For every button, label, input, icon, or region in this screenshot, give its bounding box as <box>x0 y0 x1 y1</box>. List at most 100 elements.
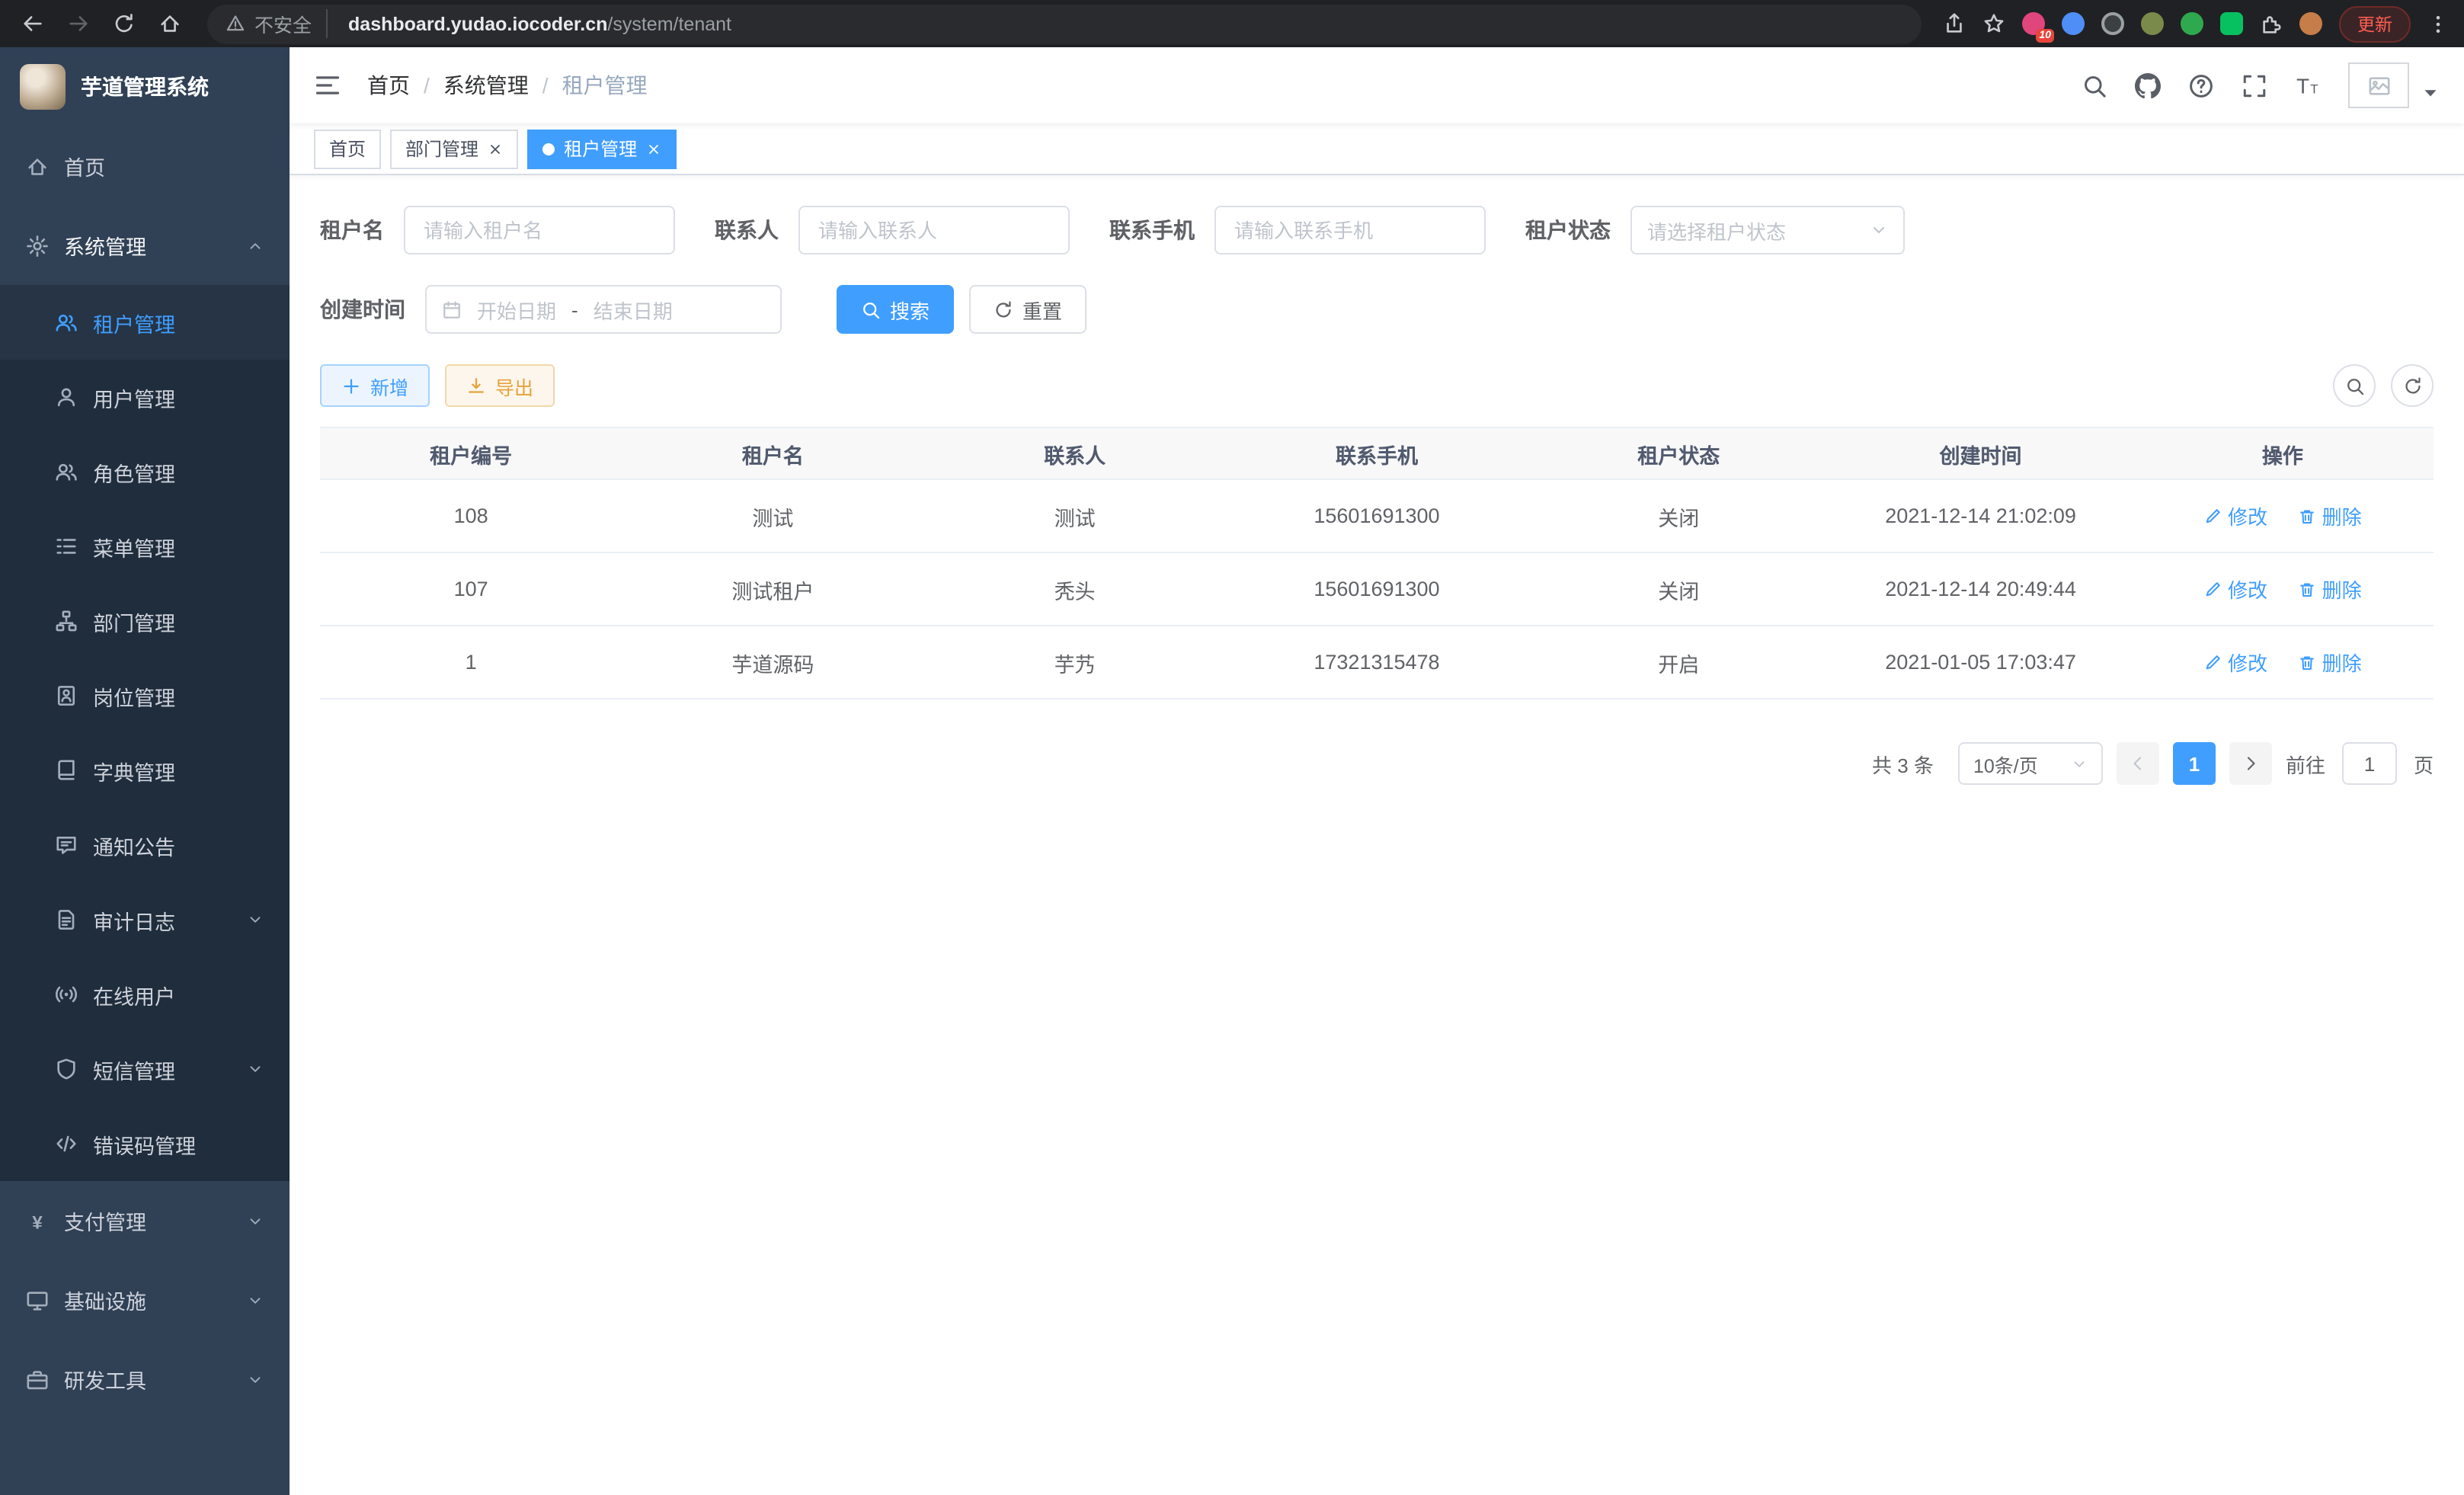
edit-link[interactable]: 修改 <box>2203 575 2267 603</box>
end-date-placeholder: 结束日期 <box>594 295 673 324</box>
font-size-icon[interactable]: TT <box>2295 72 2321 98</box>
filter-create-time: 创建时间 开始日期 - 结束日期 <box>320 285 782 334</box>
delete-link[interactable]: 删除 <box>2298 575 2362 603</box>
date-separator: - <box>571 298 578 321</box>
browser-reload-icon[interactable] <box>107 7 140 40</box>
tag-label: 租户管理 <box>564 136 637 162</box>
cell-created: 2021-12-14 20:49:44 <box>1829 552 2131 626</box>
breadcrumb-home[interactable]: 首页 <box>367 70 410 101</box>
url-domain: dashboard.yudao.iocoder.cn <box>348 13 607 34</box>
chevron-down-icon <box>247 1292 264 1308</box>
chevron-down-icon <box>2071 755 2088 772</box>
page-number-1[interactable]: 1 <box>2173 742 2216 785</box>
breadcrumb-system[interactable]: 系统管理 <box>443 70 529 101</box>
browser-chrome: 不安全 dashboard.yudao.iocoder.cn/system/te… <box>0 0 2464 47</box>
bookmark-star-icon[interactable] <box>1982 12 2005 35</box>
next-page-button[interactable] <box>2229 742 2272 785</box>
caret-down-icon[interactable] <box>2421 84 2440 102</box>
delete-link[interactable]: 删除 <box>2298 501 2362 530</box>
filter-label: 租户名 <box>320 215 384 245</box>
help-icon[interactable] <box>2188 72 2214 98</box>
date-range-picker[interactable]: 开始日期 - 结束日期 <box>425 285 782 334</box>
delete-label: 删除 <box>2322 501 2362 530</box>
close-icon[interactable] <box>646 141 661 156</box>
chrome-update-button[interactable]: 更新 <box>2339 5 2411 42</box>
cell-tenant-id: 108 <box>320 479 622 552</box>
chevron-down-icon <box>247 1371 264 1388</box>
browser-forward-icon[interactable] <box>61 7 94 40</box>
extension-icon-5[interactable] <box>2181 12 2203 35</box>
sidebar-item-label: 审计日志 <box>93 904 175 935</box>
navbar-tools: TT <box>2082 62 2440 108</box>
sidebar-item-tenant-management[interactable]: 租户管理 <box>0 285 290 360</box>
extensions-puzzle-icon[interactable] <box>2260 12 2283 35</box>
app-logo[interactable]: 芋道管理系统 <box>0 47 290 126</box>
status-select[interactable]: 请选择租户状态 <box>1630 206 1905 255</box>
sidebar-item-notice[interactable]: 通知公告 <box>0 808 290 882</box>
navbar: 首页 / 系统管理 / 租户管理 TT <box>290 47 2464 123</box>
sidebar-item-dev-tools[interactable]: 研发工具 <box>0 1340 290 1419</box>
sidebar-item-infrastructure[interactable]: 基础设施 <box>0 1260 290 1340</box>
sidebar-item-online-users[interactable]: 在线用户 <box>0 957 290 1032</box>
search-button[interactable]: 搜索 <box>837 285 954 334</box>
sidebar-item-sms-management[interactable]: 短信管理 <box>0 1032 290 1106</box>
sidebar-item-error-code[interactable]: 错误码管理 <box>0 1106 290 1181</box>
filter-contact: 联系人 <box>715 206 1070 255</box>
edit-label: 修改 <box>2228 575 2267 603</box>
sidebar-item-system-management[interactable]: 系统管理 <box>0 206 290 285</box>
sidebar-item-audit-log[interactable]: 审计日志 <box>0 882 290 957</box>
toggle-search-button[interactable] <box>2333 364 2376 407</box>
active-dot <box>542 142 555 155</box>
github-icon[interactable] <box>2135 72 2161 98</box>
sidebar-item-user-management[interactable]: 用户管理 <box>0 360 290 434</box>
sidebar-item-dept-management[interactable]: 部门管理 <box>0 584 290 658</box>
page-size-value: 10条/页 <box>1973 749 2038 778</box>
goto-page-input[interactable] <box>2342 742 2397 785</box>
extension-icon-4[interactable] <box>2141 12 2164 35</box>
share-icon[interactable] <box>1943 12 1966 35</box>
extension-icon-3[interactable] <box>2101 12 2124 35</box>
edit-link[interactable]: 修改 <box>2203 501 2267 530</box>
delete-link[interactable]: 删除 <box>2298 648 2362 677</box>
tenant-name-input[interactable] <box>404 206 675 255</box>
tag-home[interactable]: 首页 <box>314 129 381 168</box>
url-bar[interactable]: 不安全 dashboard.yudao.iocoder.cn/system/te… <box>207 4 1922 43</box>
extension-icon-6[interactable] <box>2220 12 2243 35</box>
sidebar-item-label: 通知公告 <box>93 830 175 860</box>
extension-icon-2[interactable] <box>2062 12 2085 35</box>
collapse-sidebar-icon[interactable] <box>314 72 341 99</box>
sidebar-item-post-management[interactable]: 岗位管理 <box>0 658 290 733</box>
sidebar-item-label: 租户管理 <box>93 307 175 338</box>
refresh-table-button[interactable] <box>2391 364 2434 407</box>
cell-status: 开启 <box>1528 626 1829 699</box>
contact-input[interactable] <box>798 206 1070 255</box>
chrome-menu-icon[interactable] <box>2427 13 2449 34</box>
sidebar-item-menu-management[interactable]: 菜单管理 <box>0 509 290 584</box>
close-icon[interactable] <box>488 141 503 156</box>
sidebar-item-dict-management[interactable]: 字典管理 <box>0 733 290 808</box>
tag-tenant-management[interactable]: 租户管理 <box>527 129 677 168</box>
page-size-select[interactable]: 10条/页 <box>1958 742 2103 785</box>
reset-button[interactable]: 重置 <box>969 285 1086 334</box>
cell-status: 关闭 <box>1528 552 1829 626</box>
add-button[interactable]: 新增 <box>320 364 430 407</box>
phone-input[interactable] <box>1214 206 1486 255</box>
home-icon <box>26 155 49 178</box>
menu-list-icon <box>55 535 78 558</box>
tag-dept-management[interactable]: 部门管理 <box>390 129 518 168</box>
user-avatar[interactable] <box>2348 62 2409 108</box>
sidebar-item-payment[interactable]: ¥ 支付管理 <box>0 1181 290 1260</box>
browser-back-icon[interactable] <box>15 7 49 40</box>
prev-page-button[interactable] <box>2117 742 2159 785</box>
breadcrumb-separator: / <box>542 73 549 98</box>
search-icon[interactable] <box>2082 72 2107 98</box>
fullscreen-icon[interactable] <box>2242 72 2267 98</box>
browser-home-icon[interactable] <box>152 7 186 40</box>
extension-icon-1[interactable]: 10 <box>2022 12 2045 35</box>
sidebar-item-role-management[interactable]: 角色管理 <box>0 434 290 509</box>
export-button[interactable]: 导出 <box>445 364 555 407</box>
sidebar-item-home[interactable]: 首页 <box>0 126 290 206</box>
profile-avatar-icon[interactable] <box>2299 12 2322 35</box>
pagination: 共 3 条 10条/页 1 前往 页 <box>320 742 2434 785</box>
edit-link[interactable]: 修改 <box>2203 648 2267 677</box>
